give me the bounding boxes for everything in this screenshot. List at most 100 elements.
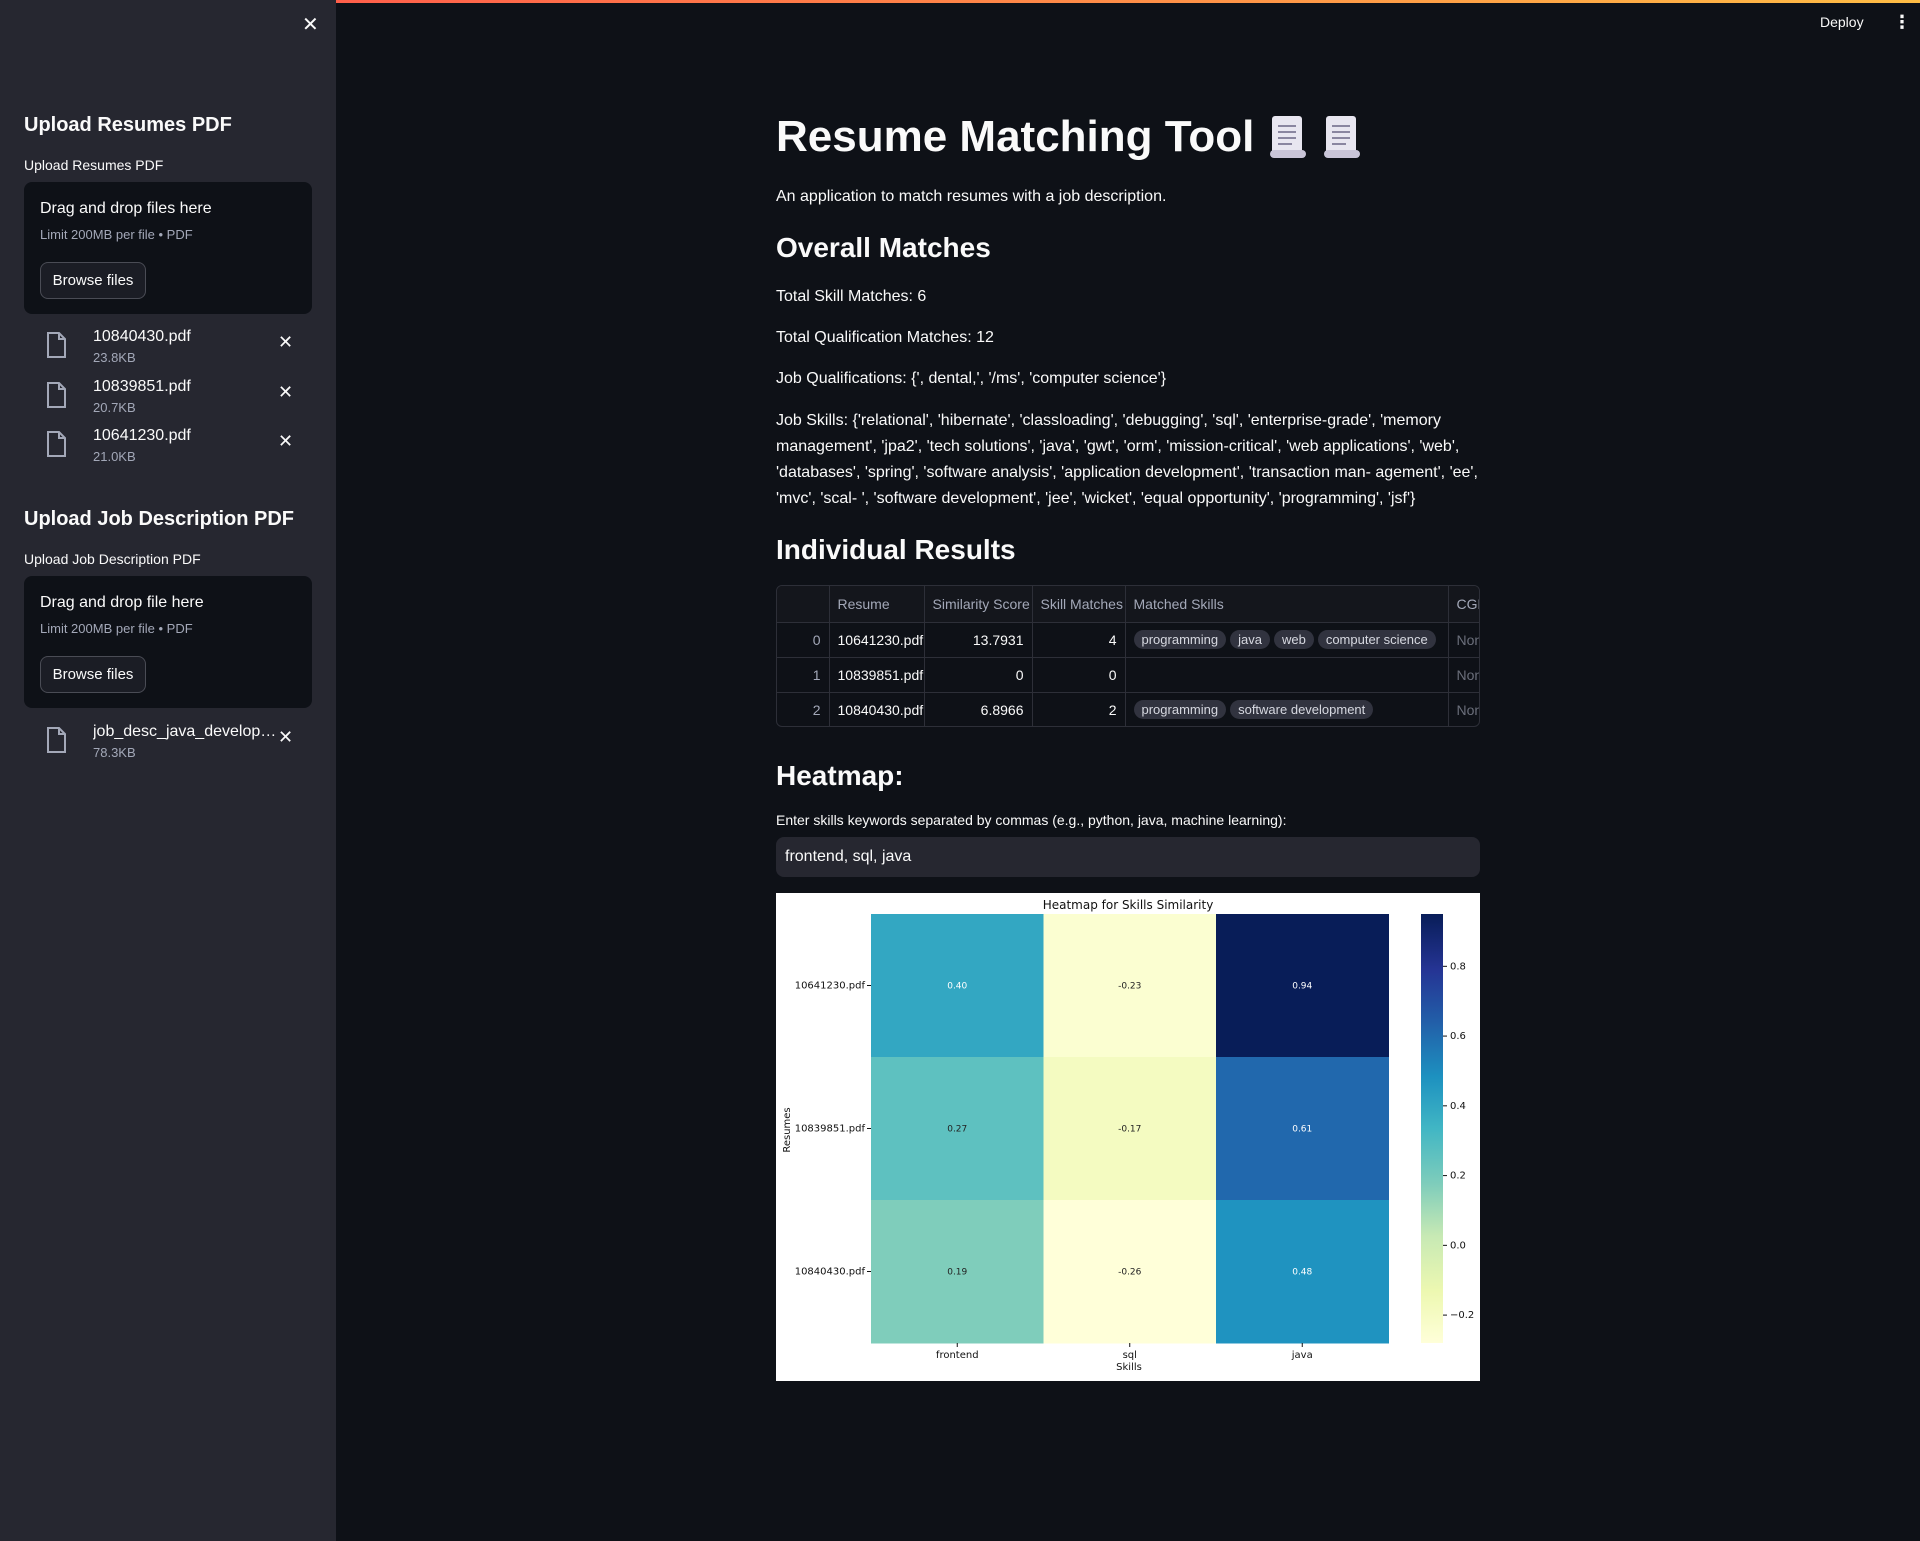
file-name: job_desc_java_developer.pdf <box>93 723 277 740</box>
scroll-icon <box>1270 116 1307 158</box>
column-header[interactable]: CGPA <box>1448 586 1479 623</box>
individual-results-heading: Individual Results <box>776 534 1016 565</box>
app-subtitle: An application to match resumes with a j… <box>776 188 1167 205</box>
row-index: 2 <box>777 692 830 726</box>
remove-file-icon[interactable]: ✕ <box>278 382 293 403</box>
job-dropzone[interactable]: Drag and drop file here Limit 200MB per … <box>24 576 312 708</box>
browse-job-button[interactable]: Browse files <box>40 656 146 693</box>
skills-input[interactable] <box>776 837 1480 877</box>
file-size: 23.8KB <box>93 350 136 365</box>
score-cell[interactable]: 0 <box>924 657 1033 693</box>
cgpa-cell[interactable]: None <box>1448 657 1479 693</box>
skill-matches-cell[interactable]: 2 <box>1032 692 1126 726</box>
file-name: 10840430.pdf <box>93 328 191 345</box>
heatmap-svg: Heatmap for Skills Similarity Resumes Sk… <box>782 898 1474 1373</box>
resume-cell[interactable]: 10840430.pdf <box>829 692 925 726</box>
total-qualification-matches: Total Qualification Matches: 12 <box>776 329 994 346</box>
skills-input-label: Enter skills keywords separated by comma… <box>776 812 1287 828</box>
colorbar-tick-label: 0.0 <box>1450 1240 1466 1251</box>
page-title-text: Resume Matching Tool <box>776 112 1255 161</box>
column-header[interactable]: Resume <box>829 586 925 623</box>
cell-value-label: 0.19 <box>947 1268 967 1278</box>
skill-pill: java <box>1230 630 1270 649</box>
resume-cell[interactable]: 10641230.pdf <box>829 622 925 658</box>
colorbar-tick-label: 0.2 <box>1450 1171 1466 1182</box>
column-header[interactable] <box>777 586 830 623</box>
sidebar: ✕ Upload Resumes PDF Upload Resumes PDF … <box>0 0 336 1541</box>
cell-value-label: -0.23 <box>1118 982 1141 992</box>
remove-file-icon[interactable]: ✕ <box>278 332 293 353</box>
table-row[interactable]: 0 10641230.pdf 13.7931 4 programming java… <box>777 622 1479 658</box>
table-header-row: Resume Similarity Score Skill Matches Ma… <box>777 586 1479 623</box>
dropzone-limit: Limit 200MB per file • PDF <box>40 621 193 636</box>
file-size: 78.3KB <box>93 745 136 760</box>
close-sidebar-icon[interactable]: ✕ <box>302 15 319 35</box>
file-icon <box>47 332 66 358</box>
column-header[interactable]: Matched Skills <box>1125 586 1449 623</box>
table-row[interactable]: 1 10839851.pdf 0 0 None <box>777 657 1479 693</box>
score-cell[interactable]: 6.8966 <box>924 692 1033 726</box>
matched-skills-cell[interactable] <box>1125 657 1449 693</box>
colorbar <box>1421 914 1443 1343</box>
job-upload-label: Upload Job Description PDF <box>24 551 201 567</box>
skill-pill: programming <box>1133 630 1227 649</box>
resume-cell[interactable]: 10839851.pdf <box>829 657 925 693</box>
remove-file-icon[interactable]: ✕ <box>278 727 293 748</box>
skill-pill: programming <box>1133 700 1227 719</box>
total-skill-matches: Total Skill Matches: 6 <box>776 288 927 305</box>
skill-matches-cell[interactable]: 4 <box>1032 622 1126 658</box>
job-upload-heading: Upload Job Description PDF <box>24 508 295 530</box>
file-name: 10641230.pdf <box>93 427 191 444</box>
uploaded-file-item: 10840430.pdf 23.8KB ✕ <box>24 326 312 370</box>
dropzone-limit: Limit 200MB per file • PDF <box>40 227 193 242</box>
matched-skills-cell[interactable]: programming software development <box>1125 692 1449 726</box>
overall-matches-heading: Overall Matches <box>776 232 991 263</box>
colorbar-tick-label: 0.4 <box>1450 1101 1466 1112</box>
matched-skills-cell[interactable]: programming java web computer science <box>1125 622 1449 658</box>
cell-value-label: -0.17 <box>1118 1125 1141 1135</box>
deploy-button[interactable]: Deploy <box>1820 14 1864 30</box>
column-header[interactable]: Similarity Score <box>924 586 1033 623</box>
resumes-dropzone[interactable]: Drag and drop files here Limit 200MB per… <box>24 182 312 314</box>
browse-resumes-button[interactable]: Browse files <box>40 262 146 299</box>
column-header[interactable]: Skill Matches <box>1032 586 1126 623</box>
file-name: 10839851.pdf <box>93 378 191 395</box>
colorbar-tick-label: 0.6 <box>1450 1031 1466 1042</box>
colorbar-tick-label: 0.8 <box>1450 961 1466 972</box>
skill-pill: computer science <box>1317 630 1436 649</box>
dropzone-title: Drag and drop files here <box>40 200 212 217</box>
skill-matches-cell[interactable]: 0 <box>1032 657 1126 693</box>
remove-file-icon[interactable]: ✕ <box>278 431 293 452</box>
file-icon <box>47 431 66 457</box>
resumes-upload-label: Upload Resumes PDF <box>24 157 164 173</box>
results-table[interactable]: Resume Similarity Score Skill Matches Ma… <box>776 585 1480 727</box>
cell-value-label: 0.94 <box>1292 982 1312 992</box>
vertical-dots-icon[interactable]: ⋮ <box>1893 12 1911 33</box>
scroll-icon <box>1324 116 1361 158</box>
file-icon <box>47 382 66 408</box>
resumes-upload-heading: Upload Resumes PDF <box>24 114 232 136</box>
cell-value-label: 0.61 <box>1292 1125 1312 1135</box>
chart-title: Heatmap for Skills Similarity <box>1043 898 1214 912</box>
x-tick-label: frontend <box>936 1350 979 1361</box>
job-qualifications: Job Qualifications: {', dental,', '/ms',… <box>776 370 1167 387</box>
table-row[interactable]: 2 10840430.pdf 6.8966 2 programming softw… <box>777 692 1479 726</box>
cgpa-cell[interactable]: None <box>1448 692 1479 726</box>
colorbar-tick-label: −0.2 <box>1450 1310 1474 1321</box>
y-axis-label: Resumes <box>782 1107 793 1152</box>
x-tick-label: java <box>1291 1350 1313 1361</box>
heatmap-heading: Heatmap: <box>776 760 904 791</box>
cgpa-cell[interactable]: None <box>1448 622 1479 658</box>
y-tick-label: 10839851.pdf <box>795 1124 866 1135</box>
uploaded-file-item: 10839851.pdf 20.7KB ✕ <box>24 376 312 420</box>
row-index: 0 <box>777 622 830 658</box>
score-cell[interactable]: 13.7931 <box>924 622 1033 658</box>
skill-pill: web <box>1273 630 1314 649</box>
cell-value-label: 0.48 <box>1292 1268 1312 1278</box>
cell-value-label: 0.40 <box>947 982 967 992</box>
job-skills: Job Skills: {'relational', 'hibernate', … <box>776 412 1478 507</box>
heatmap-chart: Heatmap for Skills Similarity Resumes Sk… <box>776 893 1480 1381</box>
x-tick-label: sql <box>1123 1350 1137 1361</box>
y-tick-label: 10840430.pdf <box>795 1267 866 1278</box>
row-index: 1 <box>777 657 830 693</box>
